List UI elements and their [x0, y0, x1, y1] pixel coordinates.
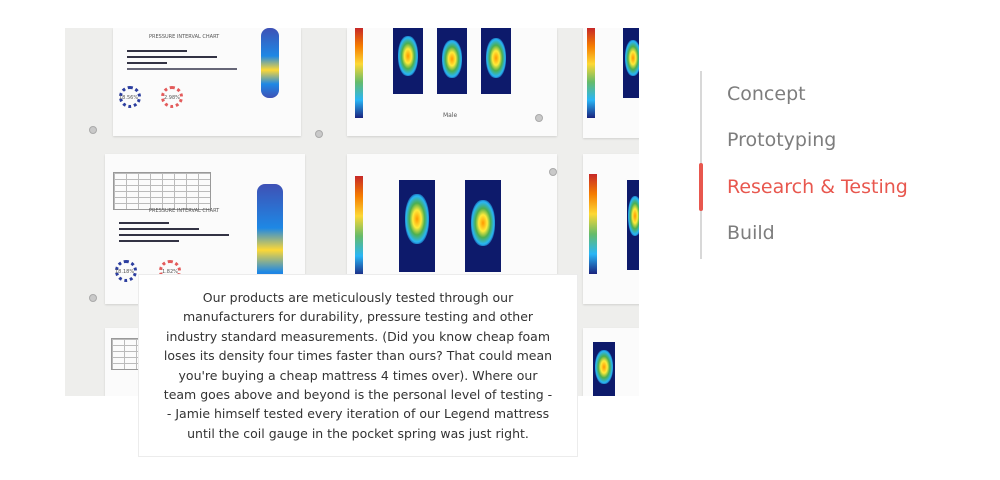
- caption-card: Our products are meticulously tested thr…: [139, 275, 577, 456]
- pressure-scan: [393, 28, 423, 94]
- scan-sheet: [583, 28, 639, 138]
- active-indicator: [699, 163, 703, 211]
- nav-item-prototyping[interactable]: Prototyping: [727, 129, 836, 151]
- pressure-scan: [465, 180, 501, 272]
- pressure-scan: [627, 180, 639, 270]
- body-pressure-figure: [261, 28, 279, 98]
- scan-sheet: [583, 328, 639, 396]
- chart-title: PRESSURE INTERVAL CHART: [149, 34, 220, 40]
- data-table: [113, 172, 211, 210]
- caption-text: Our products are meticulously tested thr…: [163, 289, 553, 441]
- scan-label: Male: [443, 112, 458, 119]
- nav-item-concept[interactable]: Concept: [727, 83, 806, 105]
- pressure-scan: [623, 28, 639, 98]
- nav-item-build[interactable]: Build: [727, 222, 775, 244]
- nav-item-research-testing[interactable]: Research & Testing: [727, 176, 908, 198]
- scan-sheet: [583, 154, 639, 304]
- stat-badge-value: 2.98%: [164, 95, 180, 101]
- pressure-scan: [437, 28, 467, 94]
- pressure-scan: [399, 180, 435, 272]
- scan-sheet: Male: [347, 28, 557, 136]
- report-sheet: PRESSURE INTERVAL CHART 18.56% 2.98%: [113, 28, 301, 136]
- pressure-scan: [481, 28, 511, 94]
- section-nav: Concept Prototyping Research & Testing B…: [699, 71, 962, 259]
- stat-badge-value: 18.56%: [119, 95, 139, 101]
- stat-badge-value: 18.18%: [115, 269, 135, 275]
- chart-title: PRESSURE INTERVAL CHART: [149, 208, 220, 214]
